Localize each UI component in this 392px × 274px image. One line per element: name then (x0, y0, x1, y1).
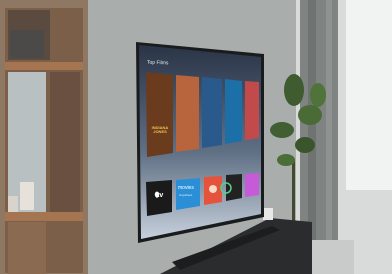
movies-app-sublabel: Anywhere (179, 193, 193, 197)
film-poster-5[interactable] (245, 81, 259, 140)
film-poster-4[interactable] (225, 79, 242, 144)
apple-tv-label: tv (157, 192, 164, 199)
living-room-scene: Top Films INDIANA JONES tv movies Anywhe… (0, 0, 392, 274)
film-poster-2[interactable] (176, 75, 199, 152)
indiana-jones-poster[interactable] (146, 72, 173, 157)
app-4[interactable] (226, 174, 242, 201)
movies-app-label: movies (178, 185, 194, 191)
poster-title: INDIANA JONES (151, 125, 169, 134)
section-title: Top Films (147, 59, 169, 67)
tv-screen (139, 45, 261, 239)
app-5[interactable] (245, 173, 259, 197)
film-poster-3[interactable] (202, 77, 222, 148)
